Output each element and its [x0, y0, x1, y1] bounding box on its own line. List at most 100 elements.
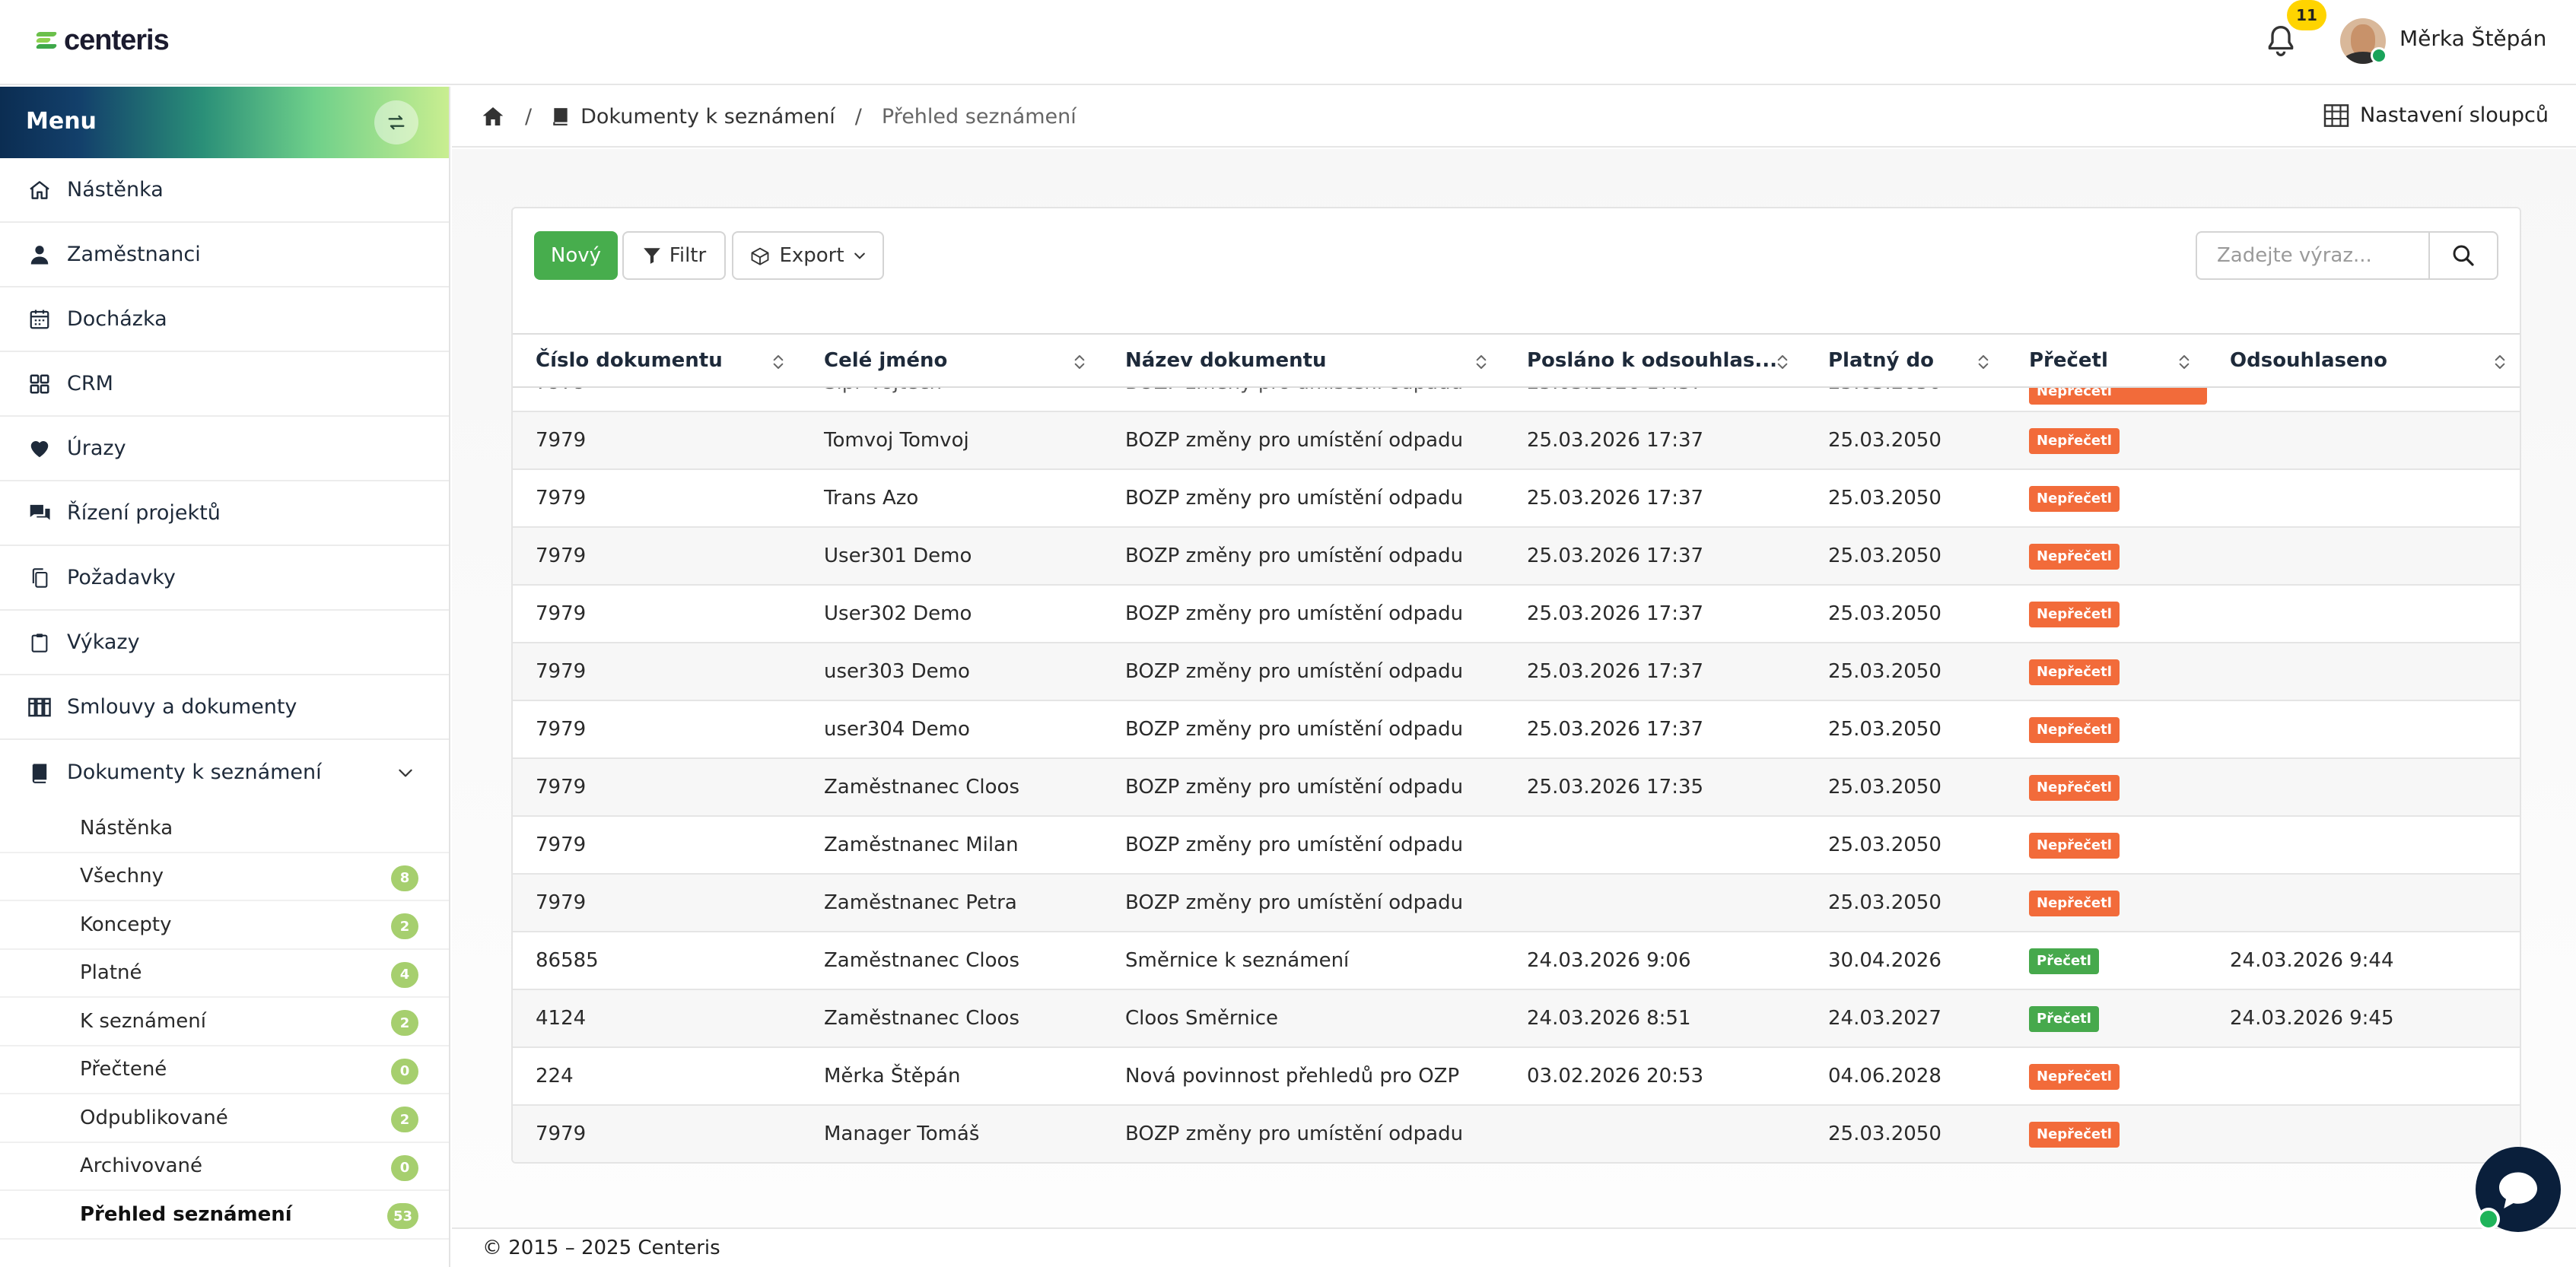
chevron-down-icon[interactable] [396, 763, 415, 783]
sidebar-item-label: Zaměstnanci [67, 243, 201, 266]
sidebar-item-dokumenty-k-seznameni[interactable]: Dokumenty k seznámení [0, 740, 449, 805]
home-icon[interactable] [481, 104, 505, 129]
subitem-koncepty[interactable]: Koncepty 2 [0, 901, 449, 950]
table-cell: 86585 [513, 932, 801, 990]
sort-icon[interactable] [1475, 353, 1487, 371]
sidebar-item-crm[interactable]: CRM [0, 352, 449, 417]
column-header[interactable]: Odsouhlaseno [2207, 333, 2520, 388]
table-cell: Zaměstnanec Petra [801, 874, 1102, 932]
subitem-prectene[interactable]: Přečtené 0 [0, 1046, 449, 1094]
cell-value: 224 [536, 1065, 574, 1088]
subitem-platne[interactable]: Platné 4 [0, 950, 449, 998]
table-row[interactable]: 7979 Zaměstnanec Milan BOZP změny pro umís… [513, 816, 2520, 875]
subitem-label: K seznámení [80, 1009, 206, 1033]
table-cell [1504, 816, 1805, 875]
sidebar-item-pozadavky[interactable]: Požadavky [0, 546, 449, 611]
table-row-partial[interactable]: 7979Sipr VojtechBOZP změny pro umístění … [513, 387, 2520, 412]
table-cell: 7979 [513, 874, 801, 932]
breadcrumb-separator: / [854, 104, 862, 129]
export-button[interactable]: Export [732, 231, 884, 280]
footer: © 2015 – 2025 Centeris [452, 1227, 2576, 1267]
filter-button[interactable]: Filtr [622, 231, 726, 280]
online-status-dot [2371, 47, 2387, 64]
breadcrumb-section-link[interactable]: Dokumenty k seznámení [580, 105, 835, 129]
column-header[interactable]: Celé jméno [801, 333, 1102, 388]
cell-value: 7979 [536, 545, 587, 567]
sort-icon[interactable] [1776, 353, 1789, 371]
count-badge: 2 [391, 1107, 418, 1132]
table-cell: BOZP změny pro umístění odpadu [1102, 700, 1504, 759]
cell-value: 25.03.2050 [1828, 1123, 1942, 1145]
table-row[interactable]: 7979 user303 Demo BOZP změny pro umístění … [513, 643, 2520, 701]
column-header[interactable]: Číslo dokumentu [513, 333, 801, 388]
table-cell: 25.03.2050 [1805, 469, 2006, 528]
sidebar-item-smlouvy[interactable]: Smlouvy a dokumenty [0, 675, 449, 740]
subitem-nastenka[interactable]: Nástěnka [0, 805, 449, 853]
subitem-archivovane[interactable]: Archivované 0 [0, 1143, 449, 1191]
subitem-vsechny[interactable]: Všechny 8 [0, 853, 449, 901]
cell-value: 25.03.2026 17:37 [1527, 602, 1704, 625]
table-row[interactable]: 7979 user304 Demo BOZP změny pro umístění … [513, 700, 2520, 759]
count-badge: 53 [386, 1203, 418, 1229]
sidebar-item-urazy[interactable]: Úrazy [0, 417, 449, 481]
table-row[interactable]: 4124 Zaměstnanec Cloos Cloos Směrnice 24.03… [513, 989, 2520, 1048]
table-cell: 7979 [513, 411, 801, 470]
subitem-label: Odpublikované [80, 1106, 228, 1129]
cell-value: 25.03.2026 17:37 [1527, 487, 1704, 510]
table-row[interactable]: 7979 Zaměstnanec Petra BOZP změny pro umís… [513, 874, 2520, 932]
cell-value: User302 Demo [824, 602, 972, 625]
sidebar-toggle-button[interactable] [374, 100, 418, 144]
cell-value: BOZP změny pro umístění odpadu [1125, 487, 1464, 510]
sidebar-item-vykazy[interactable]: Výkazy [0, 611, 449, 675]
sort-icon[interactable] [772, 353, 784, 371]
sort-icon[interactable] [1073, 353, 1086, 371]
table-row[interactable]: 7979 User302 Demo BOZP změny pro umístění … [513, 585, 2520, 643]
column-header[interactable]: Přečetl [2006, 333, 2207, 388]
breadcrumb-current: Přehled seznámení [881, 104, 1077, 129]
cell-value: 7979 [536, 891, 587, 914]
sidebar-item-rizeni-projektu[interactable]: Řízení projektů [0, 481, 449, 546]
sort-icon[interactable] [2178, 353, 2190, 371]
column-header-label: Název dokumentu [1125, 349, 1327, 372]
table-row[interactable]: 7979 Trans Azo BOZP změny pro umístění odp… [513, 469, 2520, 528]
cell-value: 25.03.2050 [1828, 891, 1942, 914]
user-name[interactable]: Měrka Štěpán [2399, 26, 2546, 51]
new-button[interactable]: Nový [534, 231, 618, 280]
table-row[interactable]: 224 Měrka Štěpán Nová povinnost přehledů p… [513, 1047, 2520, 1106]
column-header[interactable]: Posláno k odsouhlas... [1504, 333, 1805, 388]
table-cell: Přečetl [2006, 932, 2207, 990]
table-cell: Nová povinnost přehledů pro OZP [1102, 1047, 1504, 1106]
column-settings-button[interactable]: Nastavení sloupců [2323, 103, 2549, 127]
sidebar-item-zamestnanci[interactable]: Zaměstnanci [0, 223, 449, 287]
subitem-odpublikovane[interactable]: Odpublikované 2 [0, 1094, 449, 1143]
subitem-prehled-seznameni[interactable]: Přehled seznámení 53 [0, 1191, 449, 1240]
search-input[interactable] [2197, 233, 2430, 278]
table-row[interactable]: 7979 Zaměstnanec Cloos BOZP změny pro umís… [513, 758, 2520, 817]
sidebar-item-nastenka[interactable]: Nástěnka [0, 158, 449, 223]
sort-icon[interactable] [1977, 353, 1989, 371]
top-header: centeris 11 Měrka Štěpán [0, 0, 2576, 85]
table-cell [2207, 643, 2520, 701]
column-header[interactable]: Název dokumentu [1102, 333, 1504, 388]
table-cell: 25.03.2050 [1805, 643, 2006, 701]
cell-value: Nová povinnost přehledů pro OZP [1125, 1065, 1460, 1088]
subitem-k-seznameni[interactable]: K seznámení 2 [0, 998, 449, 1046]
table-cell [2207, 411, 2520, 470]
table-row[interactable]: 86585 Zaměstnanec Cloos Směrnice k seznáme… [513, 932, 2520, 990]
column-header[interactable]: Platný do [1805, 333, 2006, 388]
search-button[interactable] [2430, 233, 2497, 278]
centeris-logo[interactable]: centeris [35, 21, 170, 59]
table-cell: Manager Tomáš [801, 1105, 1102, 1162]
table-cell: 25.03.2026 17:37 [1504, 700, 1805, 759]
subitem-label: Koncepty [80, 913, 172, 936]
bell-icon[interactable] [2264, 23, 2298, 59]
table-cell: BOZP změny pro umístění odpadu [1102, 411, 1504, 470]
table-row[interactable]: 7979 Tomvoj Tomvoj BOZP změny pro umístění… [513, 411, 2520, 470]
table-cell: User301 Demo [801, 527, 1102, 586]
sort-icon[interactable] [2494, 353, 2506, 371]
cell-value: 25.03.2050 [1828, 487, 1942, 510]
sidebar-item-dochazka[interactable]: Docházka [0, 287, 449, 352]
notification-count-badge: 11 [2287, 0, 2326, 30]
table-row[interactable]: 7979 User301 Demo BOZP změny pro umístění … [513, 527, 2520, 586]
table-row[interactable]: 7979 Manager Tomáš BOZP změny pro umístění… [513, 1105, 2520, 1162]
